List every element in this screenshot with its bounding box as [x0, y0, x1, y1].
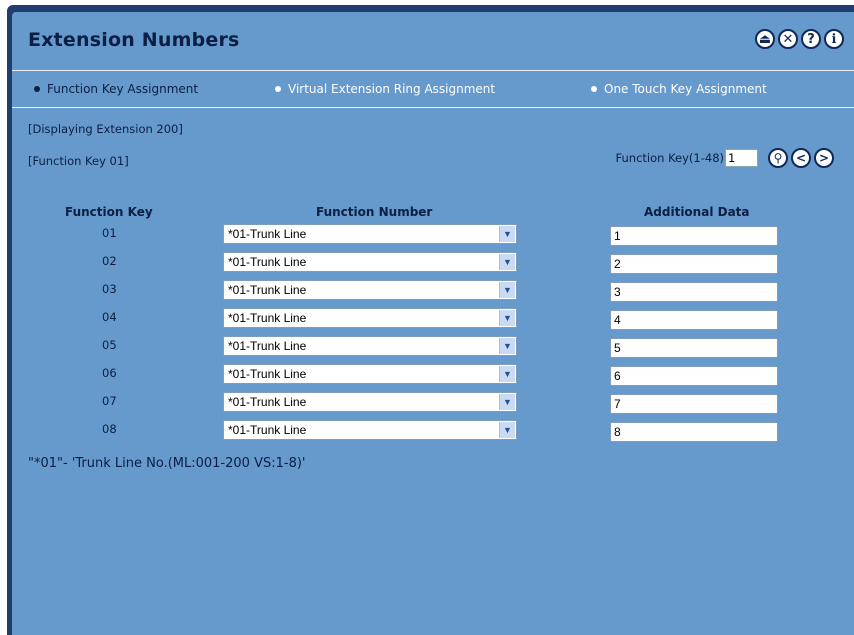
- chevron-down-icon[interactable]: ▼: [499, 282, 515, 298]
- table-row: 03 *01-Trunk Line ▼ 3: [12, 279, 854, 302]
- additional-data-input[interactable]: 8: [610, 422, 778, 442]
- chevron-down-icon[interactable]: ▼: [499, 422, 515, 438]
- table-row: 05 *01-Trunk Line ▼ 5: [12, 335, 854, 358]
- current-function-key-label: [Function Key 01]: [28, 154, 129, 168]
- function-key-number: 08: [102, 422, 117, 436]
- info-icon[interactable]: ℹ: [824, 29, 844, 49]
- close-icon[interactable]: ✕: [778, 29, 798, 49]
- selected-value: *01-Trunk Line: [228, 339, 307, 353]
- logout-icon[interactable]: ⏏: [755, 29, 775, 49]
- divider-tabs: [12, 107, 854, 108]
- tab-label: Function Key Assignment: [47, 82, 199, 96]
- search-icon[interactable]: ⚲: [768, 148, 788, 168]
- function-number-select[interactable]: *01-Trunk Line ▼: [223, 280, 517, 300]
- header-toolbar: ⏏ ✕ ? ℹ: [755, 29, 844, 49]
- chevron-down-icon[interactable]: ▼: [499, 254, 515, 270]
- tab-one-touch-key-assignment[interactable]: One Touch Key Assignment: [591, 82, 767, 96]
- function-key-number: 02: [102, 254, 117, 268]
- help-icon[interactable]: ?: [801, 29, 821, 49]
- tab-function-key-assignment[interactable]: Function Key Assignment: [34, 82, 198, 96]
- function-number-select[interactable]: *01-Trunk Line ▼: [223, 364, 517, 384]
- bullet-icon: [34, 86, 40, 92]
- selected-value: *01-Trunk Line: [228, 395, 307, 409]
- selected-value: *01-Trunk Line: [228, 423, 307, 437]
- function-key-number: 01: [102, 226, 117, 240]
- next-icon[interactable]: >: [814, 148, 834, 168]
- function-number-select[interactable]: *01-Trunk Line ▼: [223, 252, 517, 272]
- table-row: 04 *01-Trunk Line ▼ 4: [12, 307, 854, 330]
- function-number-select[interactable]: *01-Trunk Line ▼: [223, 224, 517, 244]
- function-number-select[interactable]: *01-Trunk Line ▼: [223, 420, 517, 440]
- additional-data-input[interactable]: 4: [610, 310, 778, 330]
- function-number-select[interactable]: *01-Trunk Line ▼: [223, 392, 517, 412]
- tab-label: One Touch Key Assignment: [604, 82, 767, 96]
- selected-value: *01-Trunk Line: [228, 283, 307, 297]
- function-number-select[interactable]: *01-Trunk Line ▼: [223, 336, 517, 356]
- page-title: Extension Numbers: [28, 29, 240, 51]
- table-row: 06 *01-Trunk Line ▼ 6: [12, 363, 854, 386]
- selected-value: *01-Trunk Line: [228, 255, 307, 269]
- selected-value: *01-Trunk Line: [228, 311, 307, 325]
- additional-data-input[interactable]: 2: [610, 254, 778, 274]
- additional-data-input[interactable]: 3: [610, 282, 778, 302]
- function-key-navigator: Function Key(1-48) ⚲ < >: [615, 148, 834, 168]
- bullet-icon: [591, 86, 597, 92]
- function-key-number: 04: [102, 310, 117, 324]
- table-row: 02 *01-Trunk Line ▼ 2: [12, 251, 854, 274]
- tab-label: Virtual Extension Ring Assignment: [288, 82, 496, 96]
- selected-value: *01-Trunk Line: [228, 367, 307, 381]
- previous-icon[interactable]: <: [791, 148, 811, 168]
- tab-virtual-extension-ring-assignment[interactable]: Virtual Extension Ring Assignment: [275, 82, 495, 96]
- column-header-function-key: Function Key: [65, 205, 153, 219]
- function-number-select[interactable]: *01-Trunk Line ▼: [223, 308, 517, 328]
- chevron-down-icon[interactable]: ▼: [499, 366, 515, 382]
- bullet-icon: [275, 86, 281, 92]
- function-key-number: 05: [102, 338, 117, 352]
- trunk-line-note: "*01"- 'Trunk Line No.(ML:001-200 VS:1-8…: [28, 456, 306, 471]
- additional-data-input[interactable]: 7: [610, 394, 778, 414]
- function-key-number: 03: [102, 282, 117, 296]
- column-header-function-number: Function Number: [316, 205, 433, 219]
- chevron-down-icon[interactable]: ▼: [499, 394, 515, 410]
- column-header-additional-data: Additional Data: [644, 205, 750, 219]
- chevron-down-icon[interactable]: ▼: [499, 338, 515, 354]
- table-row: 07 *01-Trunk Line ▼ 7: [12, 391, 854, 414]
- table-row: 01 *01-Trunk Line ▼ 1: [12, 223, 854, 246]
- additional-data-input[interactable]: 6: [610, 366, 778, 386]
- function-key-input[interactable]: [725, 149, 758, 167]
- chevron-down-icon[interactable]: ▼: [499, 226, 515, 242]
- selected-value: *01-Trunk Line: [228, 227, 307, 241]
- divider-top: [12, 70, 854, 71]
- function-key-number: 07: [102, 394, 117, 408]
- displaying-extension-label: [Displaying Extension 200]: [28, 122, 183, 136]
- chevron-down-icon[interactable]: ▼: [499, 310, 515, 326]
- table-row: 08 *01-Trunk Line ▼ 8: [12, 419, 854, 442]
- function-key-number: 06: [102, 366, 117, 380]
- additional-data-input[interactable]: 1: [610, 226, 778, 246]
- additional-data-input[interactable]: 5: [610, 338, 778, 358]
- function-key-range-label: Function Key(1-48): [615, 151, 725, 165]
- main-panel: Extension Numbers ⏏ ✕ ? ℹ Function Key A…: [12, 12, 854, 635]
